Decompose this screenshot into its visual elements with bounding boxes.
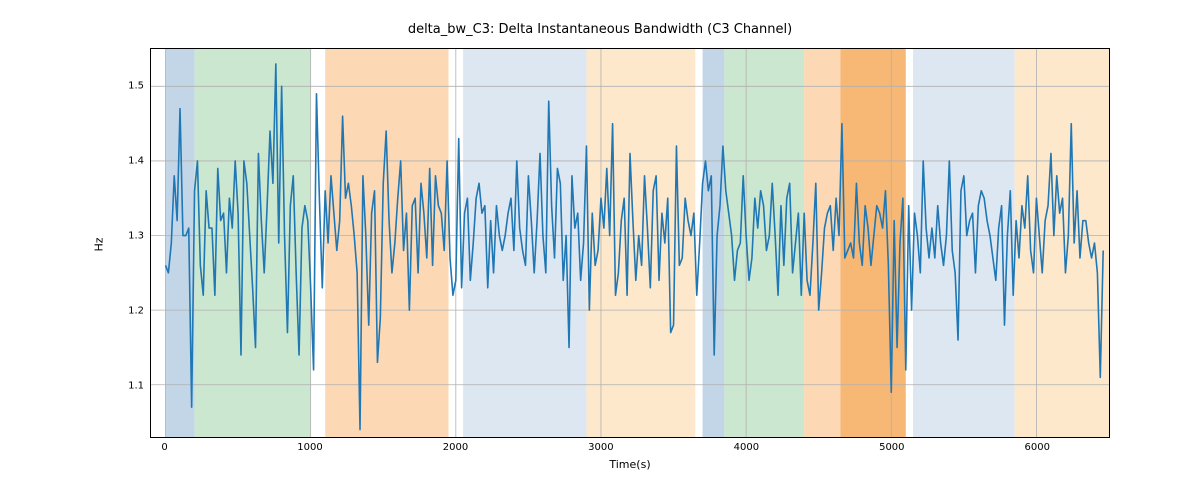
y-tick-label: 1.5 bbox=[108, 80, 144, 91]
y-tick-label: 1.3 bbox=[108, 230, 144, 241]
background-band bbox=[463, 49, 586, 437]
y-tick-label: 1.4 bbox=[108, 155, 144, 166]
figure: delta_bw_C3: Delta Instantaneous Bandwid… bbox=[0, 0, 1200, 500]
x-tick-label: 1000 bbox=[297, 442, 322, 453]
plot-area bbox=[150, 48, 1110, 438]
chart-title: delta_bw_C3: Delta Instantaneous Bandwid… bbox=[0, 22, 1200, 37]
x-axis-label: Time(s) bbox=[150, 458, 1110, 471]
x-tick-label: 4000 bbox=[734, 442, 759, 453]
y-tick-label: 1.1 bbox=[108, 380, 144, 391]
x-tick-label: 5000 bbox=[879, 442, 904, 453]
background-band bbox=[166, 49, 195, 437]
x-tick-label: 2000 bbox=[443, 442, 468, 453]
plot-svg bbox=[151, 49, 1109, 437]
x-tick-label: 6000 bbox=[1025, 442, 1050, 453]
y-axis-label: Hz bbox=[93, 237, 106, 251]
background-band bbox=[703, 49, 725, 437]
background-band bbox=[325, 49, 448, 437]
y-tick-label: 1.2 bbox=[108, 305, 144, 316]
x-tick-label: 3000 bbox=[588, 442, 613, 453]
background-band bbox=[804, 49, 840, 437]
x-tick-label: 0 bbox=[161, 442, 167, 453]
